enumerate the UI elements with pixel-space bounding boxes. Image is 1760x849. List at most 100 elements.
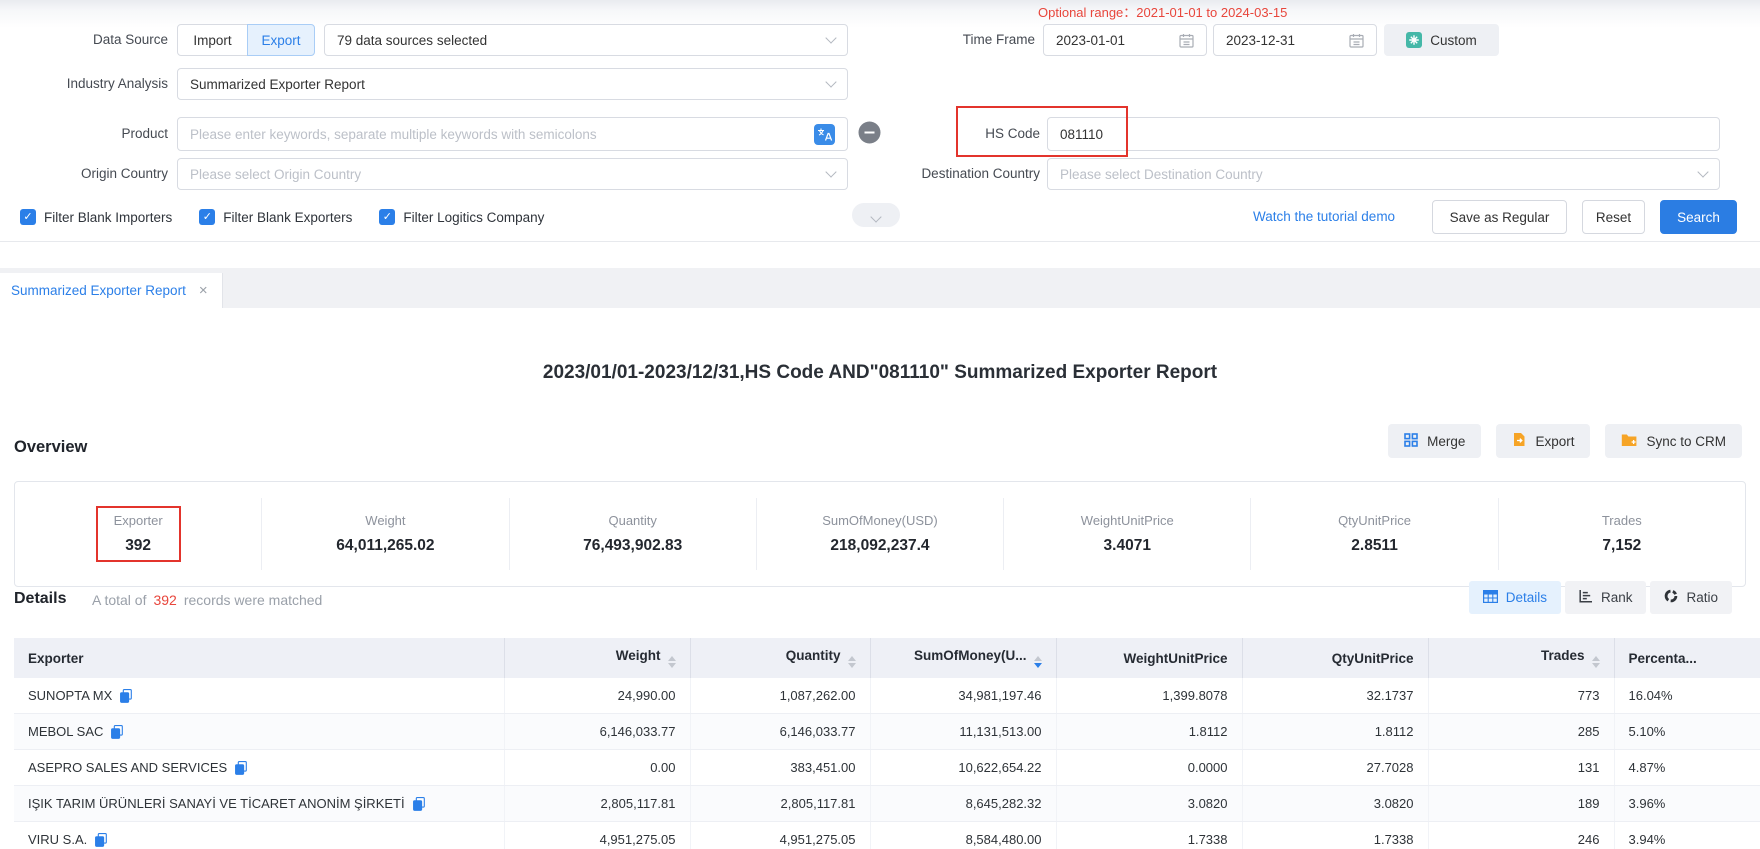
cell-sumofmoney-u: 8,584,480.00 [870, 822, 1056, 849]
button-label: Merge [1427, 434, 1465, 449]
sort-icon[interactable] [848, 656, 856, 668]
save-as-regular-button[interactable]: Save as Regular [1432, 200, 1567, 234]
overview-actions: Merge Export Sync to CRM [1388, 424, 1742, 458]
checkbox-filter-logitics-company[interactable]: ✓Filter Logitics Company [379, 209, 544, 225]
sort-icon[interactable] [1592, 656, 1600, 668]
button-label: Export [1535, 434, 1574, 449]
column-sumofmoney-u[interactable]: SumOfMoney(U... [870, 638, 1056, 678]
sort-icon[interactable] [1034, 656, 1042, 668]
reset-button[interactable]: Reset [1582, 200, 1645, 234]
overview-stat-weight: Weight64,011,265.02 [262, 498, 509, 570]
start-date-input[interactable]: 2023-01-01 [1043, 24, 1207, 56]
industry-analysis-select[interactable]: Summarized Exporter Report [177, 68, 848, 100]
destination-country-select[interactable]: Please select Destination Country [1047, 158, 1720, 190]
overview-stat-quantity: Quantity76,493,902.83 [510, 498, 757, 570]
view-details-button[interactable]: Details [1469, 581, 1561, 614]
close-icon[interactable]: × [199, 283, 208, 298]
sort-asc-icon [668, 656, 676, 661]
checkbox-label: Filter Logitics Company [403, 210, 544, 225]
end-date-input[interactable]: 2023-12-31 [1213, 24, 1377, 56]
checkbox-label: Filter Blank Importers [44, 210, 172, 225]
cell-exporter: MEBOL SAC [14, 714, 504, 750]
overview-stat-trades: Trades7,152 [1499, 498, 1745, 570]
column-label: Trades [1541, 648, 1585, 663]
filter-checkbox-row: ✓Filter Blank Importers ✓Filter Blank Exp… [20, 200, 544, 234]
merge-button[interactable]: Merge [1388, 424, 1481, 458]
calendar-icon [1349, 33, 1364, 48]
cell-sumofmoney-u: 34,981,197.46 [870, 678, 1056, 714]
start-date-value: 2023-01-01 [1056, 33, 1125, 48]
column-percenta: Percenta... [1614, 638, 1760, 678]
overview-heading: Overview [14, 438, 87, 457]
stat-value: 218,092,237.4 [822, 537, 938, 555]
checkbox-label: Filter Blank Exporters [223, 210, 352, 225]
checkbox-filter-blank-exporters[interactable]: ✓Filter Blank Exporters [199, 209, 352, 225]
view-label: Ratio [1686, 590, 1718, 605]
cell-exporter: IŞIK TARIM ÜRÜNLERİ SANAYİ VE TİCARET AN… [14, 786, 504, 822]
product-placeholder: Please enter keywords, separate multiple… [190, 127, 597, 142]
exporter-name[interactable]: SUNOPTA MX [28, 688, 112, 703]
chevron-down-icon [825, 76, 836, 87]
copy-icon[interactable] [95, 833, 107, 847]
sync-to-crm-button[interactable]: Sync to CRM [1605, 424, 1742, 458]
import-toggle-button[interactable]: Import [177, 24, 248, 56]
stat-value: 64,011,265.02 [336, 537, 434, 555]
origin-country-label: Origin Country [8, 158, 168, 190]
tab-summarized-exporter-report[interactable]: Summarized Exporter Report × [0, 273, 223, 308]
export-icon [1512, 432, 1526, 450]
cell-trades: 131 [1428, 750, 1614, 786]
translate-icon[interactable] [814, 124, 835, 145]
view-ratio-button[interactable]: Ratio [1650, 581, 1732, 614]
report-title: 2023/01/01-2023/12/31,HS Code AND"081110… [0, 362, 1760, 384]
cell-trades: 246 [1428, 822, 1614, 849]
copy-icon[interactable] [235, 761, 247, 775]
product-label: Product [8, 118, 168, 150]
button-label: Sync to CRM [1646, 434, 1726, 449]
destination-country-placeholder: Please select Destination Country [1060, 167, 1263, 182]
screen: Optional range：2021-01-01 to 2024-03-15 … [0, 0, 1760, 849]
sort-icon[interactable] [668, 656, 676, 668]
tutorial-demo-link[interactable]: Watch the tutorial demo [1253, 200, 1395, 234]
column-label: Percenta... [1629, 651, 1697, 666]
exporter-name[interactable]: IŞIK TARIM ÜRÜNLERİ SANAYİ VE TİCARET AN… [28, 796, 405, 811]
table-row: IŞIK TARIM ÜRÜNLERİ SANAYİ VE TİCARET AN… [14, 786, 1760, 822]
exclude-keyword-icon[interactable] [857, 120, 882, 145]
origin-country-select[interactable]: Please select Origin Country [177, 158, 848, 190]
cell-quantity: 4,951,275.05 [690, 822, 870, 849]
exporter-name[interactable]: MEBOL SAC [28, 724, 103, 739]
data-sources-value: 79 data sources selected [337, 33, 487, 48]
view-rank-button[interactable]: Rank [1565, 581, 1647, 614]
chevron-down-icon [825, 32, 836, 43]
exporter-name[interactable]: VIRU S.A. [28, 832, 87, 847]
cell-trades: 773 [1428, 678, 1614, 714]
sort-asc-icon [1034, 656, 1042, 661]
export-toggle-button[interactable]: Export [247, 24, 315, 56]
custom-range-button[interactable]: Custom [1384, 24, 1499, 56]
column-quantity[interactable]: Quantity [690, 638, 870, 678]
product-keywords-input[interactable]: Please enter keywords, separate multiple… [177, 117, 848, 151]
column-weight[interactable]: Weight [504, 638, 690, 678]
column-trades[interactable]: Trades [1428, 638, 1614, 678]
stat-label: SumOfMoney(USD) [822, 513, 938, 528]
overview-card: Exporter392Weight64,011,265.02Quantity76… [14, 481, 1746, 587]
cell-trades: 285 [1428, 714, 1614, 750]
column-label: WeightUnitPrice [1123, 651, 1227, 666]
filter-panel: Optional range：2021-01-01 to 2024-03-15 … [0, 0, 1760, 242]
table-icon [1483, 590, 1498, 606]
copy-icon[interactable] [413, 797, 425, 811]
table-row: SUNOPTA MX24,990.001,087,262.0034,981,19… [14, 678, 1760, 714]
hs-code-input[interactable]: 081110 [1047, 117, 1720, 151]
view-switcher: DetailsRank Ratio [1469, 581, 1732, 614]
search-button[interactable]: Search [1660, 200, 1737, 234]
collapse-filters-button[interactable] [852, 203, 900, 227]
cell-qtyunitprice: 1.8112 [1242, 714, 1428, 750]
stat-label: Quantity [583, 513, 682, 528]
copy-icon[interactable] [111, 725, 123, 739]
data-sources-select[interactable]: 79 data sources selected [324, 24, 848, 56]
exporter-name[interactable]: ASEPRO SALES AND SERVICES [28, 760, 227, 775]
export-button[interactable]: Export [1496, 424, 1590, 458]
copy-icon[interactable] [120, 689, 132, 703]
cell-weight: 2,805,117.81 [504, 786, 690, 822]
cell-percenta: 4.87% [1614, 750, 1760, 786]
checkbox-filter-blank-importers[interactable]: ✓Filter Blank Importers [20, 209, 172, 225]
